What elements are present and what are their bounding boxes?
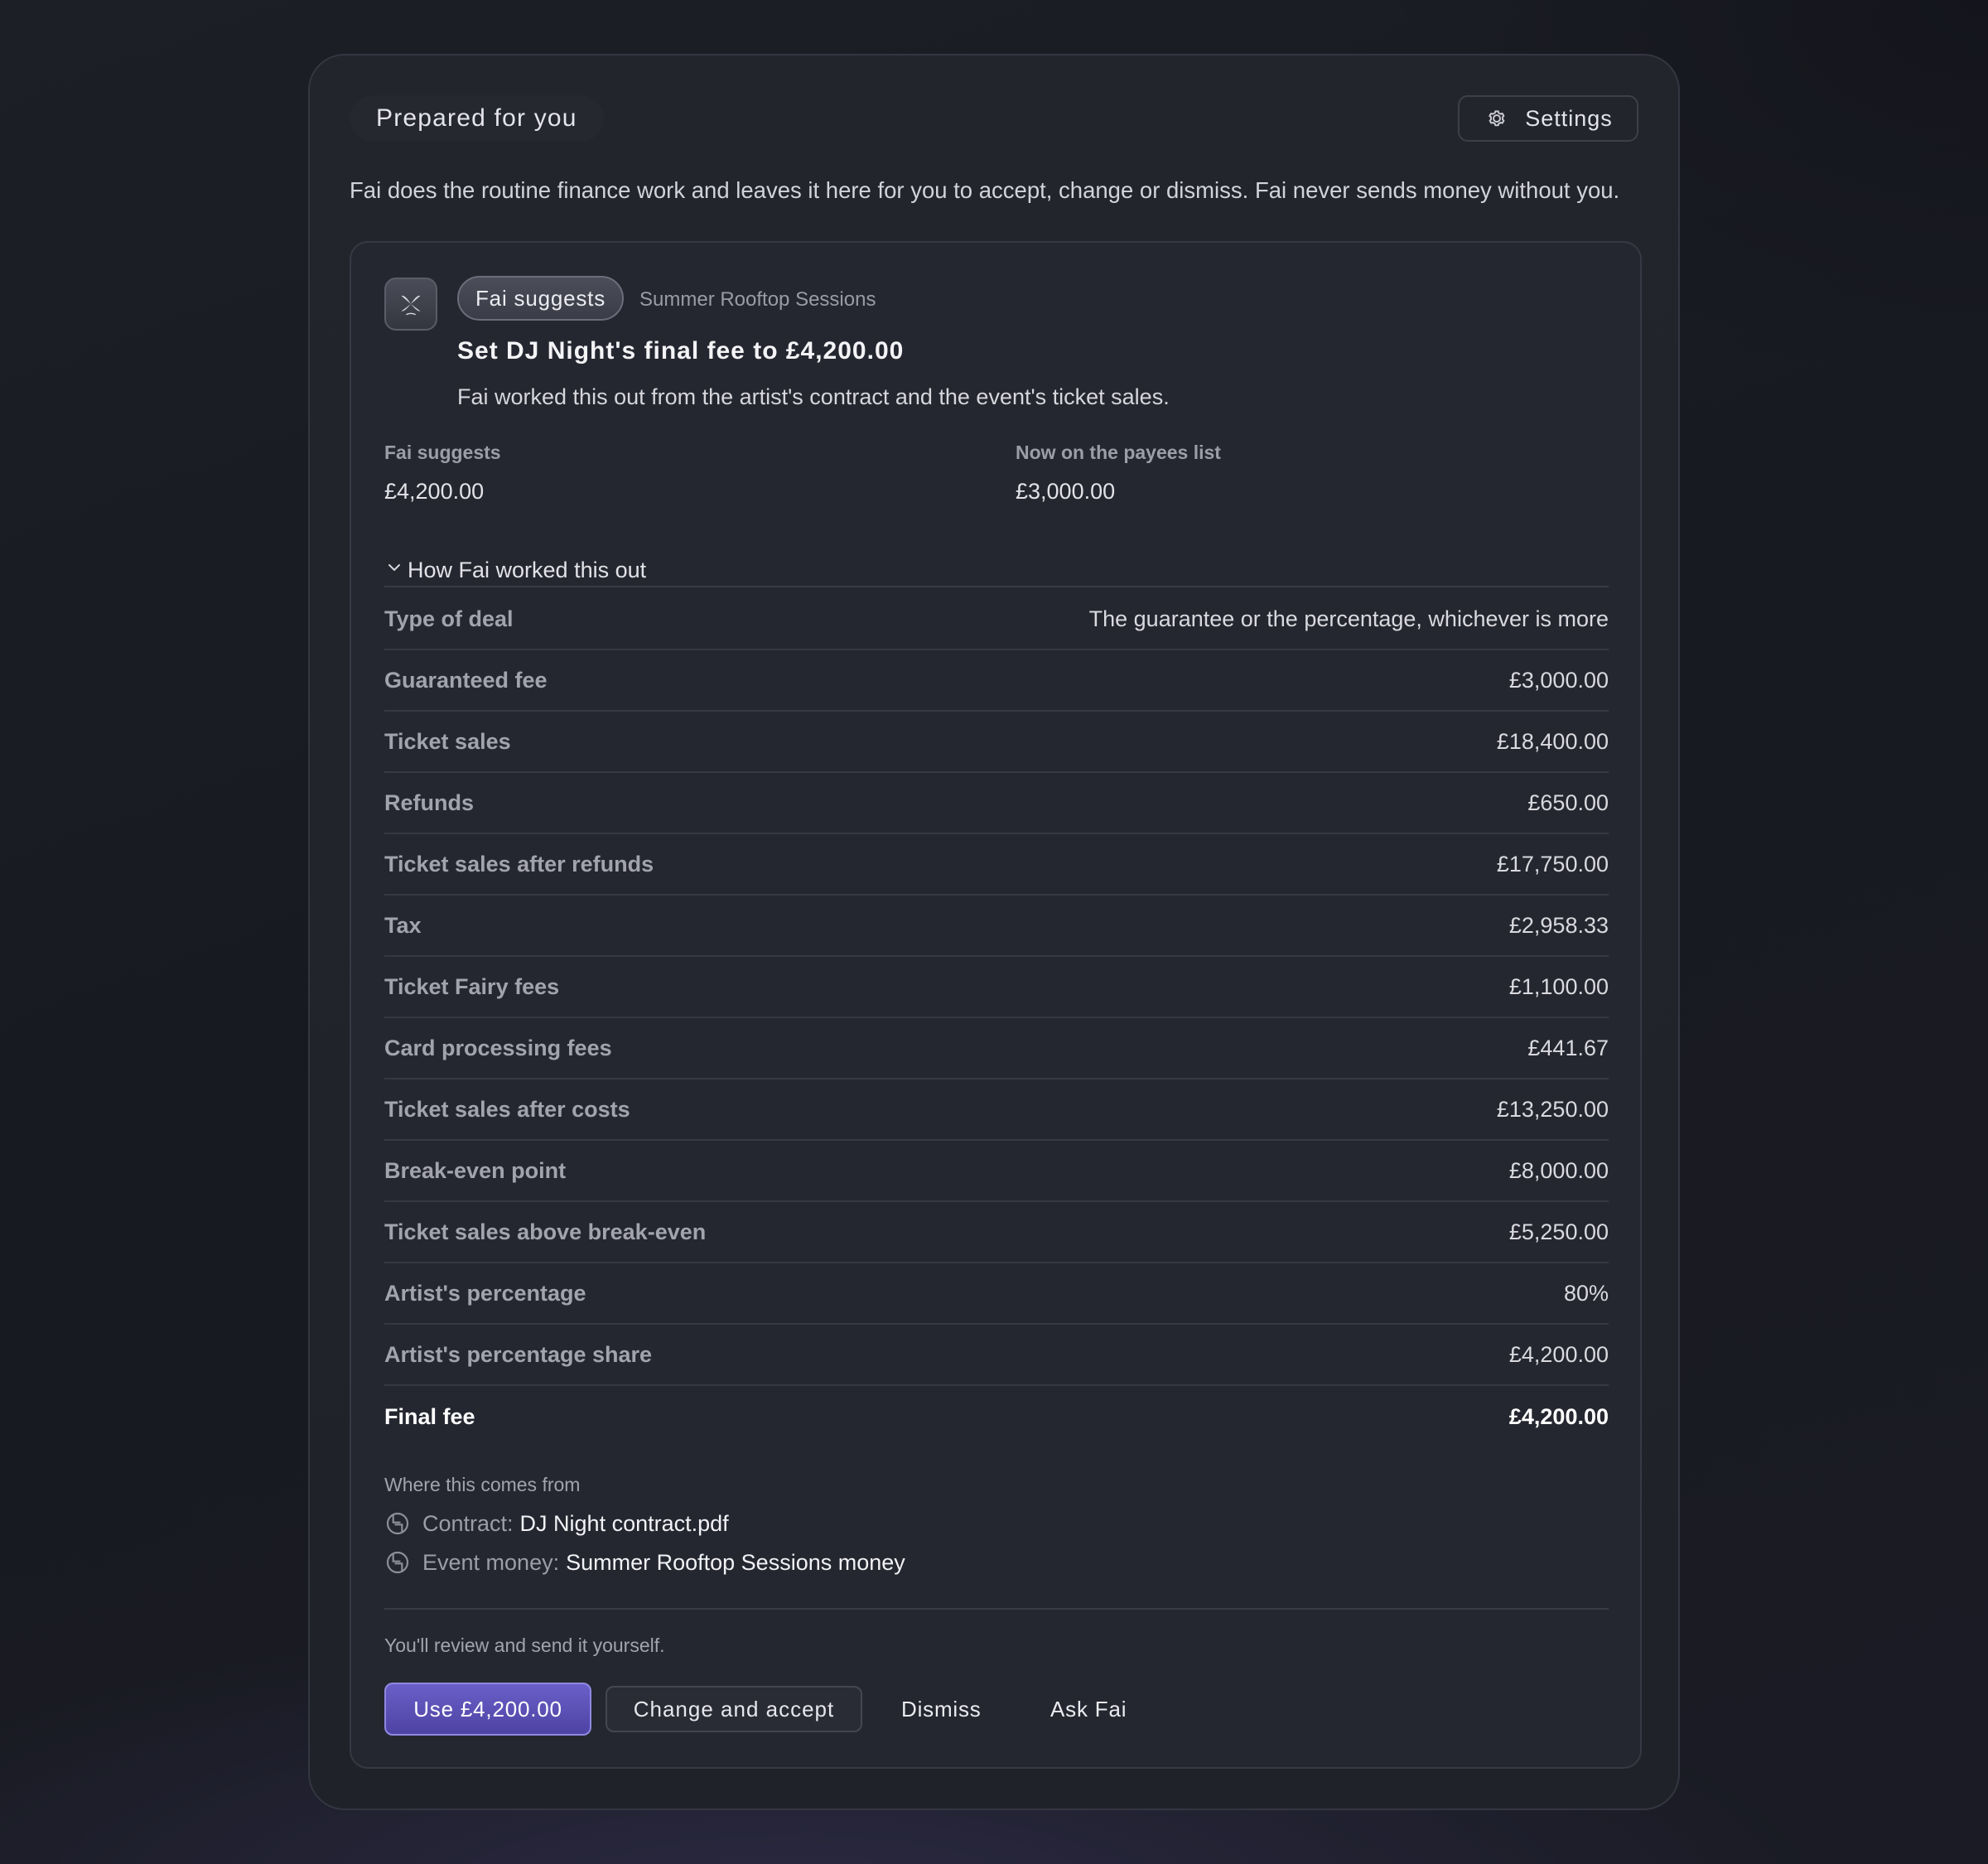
settings-button[interactable]: Settings	[1458, 95, 1638, 142]
compare-suggested-value: £4,200.00	[384, 479, 485, 504]
table-row: Ticket sales after refunds £17,750.00	[384, 834, 1609, 896]
source-contract-link[interactable]: Contract: DJ Night contract.pdf	[384, 1510, 729, 1537]
source-event-money-link[interactable]: Event money: Summer Rooftop Sessions mon…	[384, 1549, 905, 1576]
ask-fai-button[interactable]: Ask Fai	[1050, 1686, 1127, 1732]
table-row: Ticket sales after costs £13,250.00	[384, 1079, 1609, 1141]
source-prefix: Event money:	[422, 1549, 560, 1575]
intro-text: Fai does the routine finance work and le…	[350, 177, 1620, 203]
row-value: £17,750.00	[1496, 851, 1609, 876]
row-value: 80%	[1563, 1280, 1609, 1306]
row-label: Ticket sales after costs	[384, 1096, 630, 1122]
row-label: Break-even point	[384, 1157, 567, 1183]
prepared-panel: Prepared for you Settings Fai does the r…	[308, 54, 1680, 1810]
row-label: Type of deal	[384, 606, 514, 631]
settings-label: Settings	[1525, 105, 1613, 131]
compare-suggested: Fai suggests £4,200.00	[384, 442, 501, 505]
table-row: Type of deal The guarantee or the percent…	[384, 589, 1609, 650]
prepared-for-you-pill: Prepared for you	[350, 95, 604, 142]
suggestion-title: Set DJ Night's final fee to £4,200.00	[457, 337, 905, 365]
row-label: Ticket sales	[384, 728, 511, 754]
row-value: £4,200.00	[1508, 1341, 1609, 1367]
table-row: Refunds £650.00	[384, 773, 1609, 834]
fai-suggests-badge: Fai suggests	[457, 276, 625, 321]
row-label: Card processing fees	[384, 1035, 612, 1060]
row-value: £3,000.00	[1508, 667, 1609, 693]
sources-title: Where this comes from	[384, 1474, 581, 1495]
link-icon	[386, 1512, 409, 1535]
row-label: Ticket sales above break-even	[384, 1219, 707, 1244]
source-prefix: Contract:	[422, 1510, 514, 1536]
source-name: DJ Night contract.pdf	[519, 1510, 729, 1536]
fai-logo-icon	[384, 278, 437, 331]
table-row: Artist's percentage 80%	[384, 1263, 1609, 1325]
row-value: £8,000.00	[1508, 1157, 1609, 1183]
table-row: Ticket sales above break-even £5,250.00	[384, 1202, 1609, 1263]
divider	[384, 586, 1609, 587]
row-value: £650.00	[1527, 790, 1609, 815]
table-row: Ticket sales £18,400.00	[384, 712, 1609, 773]
table-row: Guaranteed fee £3,000.00	[384, 650, 1609, 712]
event-name: Summer Rooftop Sessions	[639, 288, 876, 311]
divider	[384, 1608, 1609, 1610]
how-fai-worked-label: How Fai worked this out	[408, 558, 647, 582]
row-label: Artist's percentage share	[384, 1341, 653, 1367]
table-row: Tax £2,958.33	[384, 896, 1609, 957]
calculation-table: Type of deal The guarantee or the percent…	[384, 589, 1609, 1447]
compare-current-label: Now on the payees list	[1016, 442, 1221, 463]
row-label: Ticket Fairy fees	[384, 973, 560, 999]
use-suggested-fee-button[interactable]: Use £4,200.00	[384, 1683, 591, 1736]
row-label: Artist's percentage	[384, 1280, 586, 1306]
review-note: You'll review and send it yourself.	[384, 1635, 665, 1656]
how-fai-worked-toggle[interactable]: How Fai worked this out	[384, 558, 646, 583]
compare-current-value: £3,000.00	[1016, 479, 1116, 504]
row-value: The guarantee or the percentage, whichev…	[1088, 606, 1609, 631]
row-value: £441.67	[1527, 1035, 1609, 1060]
row-label: Refunds	[384, 790, 474, 815]
row-label: Guaranteed fee	[384, 667, 548, 693]
row-label: Final fee	[384, 1403, 475, 1429]
row-value: £2,958.33	[1508, 912, 1609, 938]
suggestion-subtitle: Fai worked this out from the artist's co…	[457, 384, 1170, 409]
compare-current: Now on the payees list £3,000.00	[1016, 442, 1221, 505]
source-name: Summer Rooftop Sessions money	[566, 1549, 905, 1575]
row-value: £1,100.00	[1508, 973, 1609, 999]
compare-suggested-label: Fai suggests	[384, 442, 501, 463]
table-row: Card processing fees £441.67	[384, 1018, 1609, 1079]
row-value: £18,400.00	[1496, 728, 1609, 754]
row-value: £13,250.00	[1496, 1096, 1609, 1122]
row-value: £5,250.00	[1508, 1219, 1609, 1244]
gear-icon	[1489, 110, 1505, 127]
row-label: Ticket sales after refunds	[384, 851, 654, 876]
link-icon	[386, 1551, 409, 1574]
dismiss-button[interactable]: Dismiss	[901, 1686, 982, 1732]
change-and-accept-button[interactable]: Change and accept	[606, 1686, 862, 1732]
table-row: Artist's percentage share £4,200.00	[384, 1325, 1609, 1386]
final-fee-row: Final fee £4,200.00	[384, 1386, 1609, 1447]
table-row: Ticket Fairy fees £1,100.00	[384, 957, 1609, 1018]
chevron-down-icon	[388, 563, 400, 571]
row-label: Tax	[384, 912, 422, 938]
table-row: Break-even point £8,000.00	[384, 1141, 1609, 1202]
suggestion-card: Fai suggests Summer Rooftop Sessions Set…	[350, 241, 1642, 1769]
row-value: £4,200.00	[1508, 1403, 1609, 1429]
